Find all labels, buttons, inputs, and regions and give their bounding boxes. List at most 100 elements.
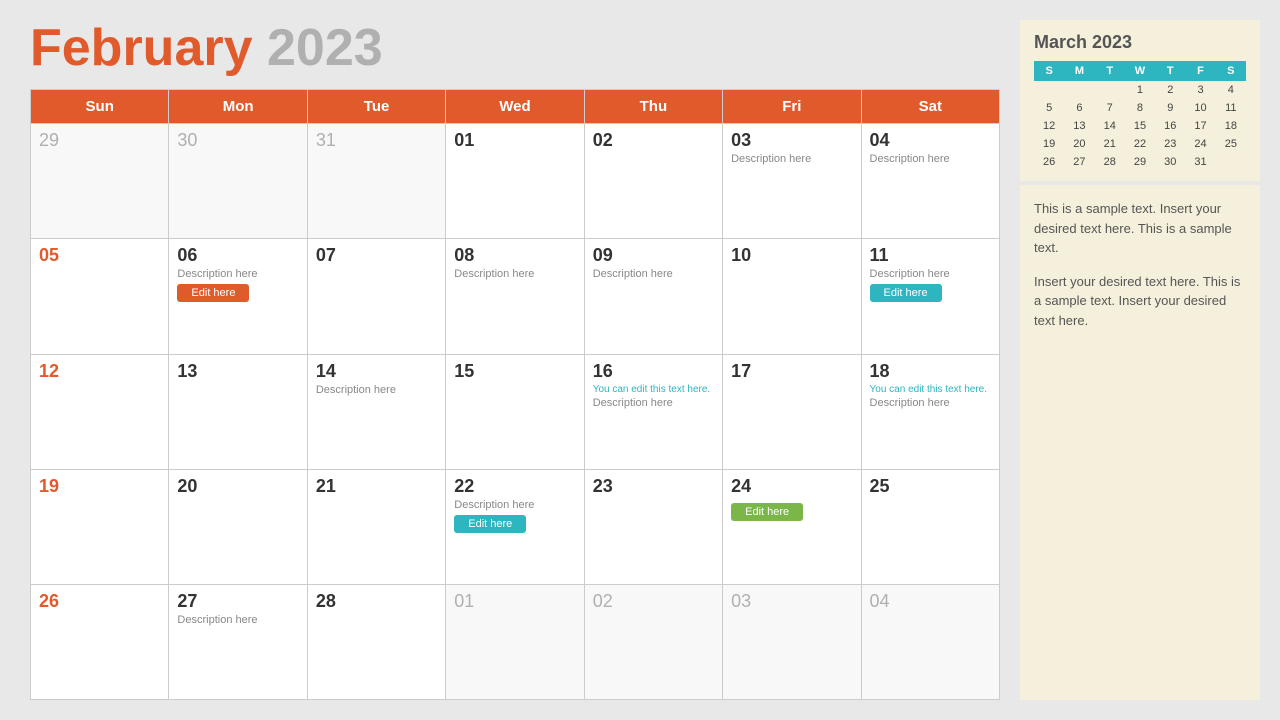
edit-button[interactable]: Edit here bbox=[177, 284, 249, 302]
description-text: Description here bbox=[316, 384, 437, 396]
sidebar-text-2: Insert your desired text here. This is a… bbox=[1034, 272, 1246, 331]
mini-calendar-title: March 2023 bbox=[1034, 32, 1246, 53]
calendar-cell-w1d4: 09Description here bbox=[584, 239, 722, 354]
calendar-cell-w0d0: 29 bbox=[31, 124, 169, 239]
mini-cell-w4d2: 28 bbox=[1095, 153, 1125, 171]
mini-cell-w1d1: 6 bbox=[1064, 99, 1094, 117]
day-number: 22 bbox=[454, 476, 575, 497]
calendar-cell-w4d0: 26 bbox=[31, 584, 169, 699]
day-number: 10 bbox=[731, 245, 852, 266]
mini-cell-w2d1: 13 bbox=[1064, 117, 1094, 135]
day-number: 08 bbox=[454, 245, 575, 266]
mini-week-1: 567891011 bbox=[1034, 99, 1246, 117]
calendar-cell-w2d2: 14Description here bbox=[307, 354, 445, 469]
mini-cell-w3d3: 22 bbox=[1125, 135, 1155, 153]
mini-cell-w2d0: 12 bbox=[1034, 117, 1064, 135]
can-edit-text: You can edit this text here. bbox=[593, 384, 714, 395]
calendar-cell-w1d3: 08 Description here bbox=[446, 239, 584, 354]
mini-cell-w2d3: 15 bbox=[1125, 117, 1155, 135]
mini-cell-w1d3: 8 bbox=[1125, 99, 1155, 117]
calendar-week-0: 293031010203Description here04Descriptio… bbox=[31, 124, 1000, 239]
mini-calendar: SMTWTFS 12345678910111213141516171819202… bbox=[1034, 61, 1246, 171]
mini-cell-w0d1 bbox=[1064, 81, 1094, 99]
day-number: 03 bbox=[731, 591, 852, 612]
day-number: 02 bbox=[593, 591, 714, 612]
can-edit-text: You can edit this text here. bbox=[870, 384, 991, 395]
day-number: 07 bbox=[316, 245, 437, 266]
day-number: 15 bbox=[454, 361, 575, 382]
day-number: 17 bbox=[731, 361, 852, 382]
mini-calendar-body: 1234567891011121314151617181920212223242… bbox=[1034, 81, 1246, 171]
mini-cell-w2d2: 14 bbox=[1095, 117, 1125, 135]
day-number: 24 bbox=[731, 476, 852, 497]
day-number: 01 bbox=[454, 591, 575, 612]
mini-cell-w2d6: 18 bbox=[1216, 117, 1246, 135]
mini-cell-w4d3: 29 bbox=[1125, 153, 1155, 171]
day-number: 01 bbox=[454, 130, 575, 151]
calendar-cell-w1d6: 11Description hereEdit here bbox=[861, 239, 999, 354]
calendar-cell-w3d2: 21 bbox=[307, 469, 445, 584]
day-number: 05 bbox=[39, 245, 160, 266]
day-number: 03 bbox=[731, 130, 852, 151]
description-text: Description here bbox=[177, 614, 298, 626]
mini-cell-w2d4: 16 bbox=[1155, 117, 1185, 135]
calendar-cell-w3d5: 24 Edit here bbox=[723, 469, 861, 584]
calendar-cell-w2d4: 16 You can edit this text here. Descriptio… bbox=[584, 354, 722, 469]
mini-header-S: S bbox=[1034, 61, 1064, 81]
day-number: 09 bbox=[593, 245, 714, 266]
mini-header-S: S bbox=[1216, 61, 1246, 81]
description-text: Description here bbox=[870, 153, 991, 165]
day-number: 04 bbox=[870, 130, 991, 151]
calendar-header-thu: Thu bbox=[584, 90, 722, 124]
calendar-cell-w4d4: 02 bbox=[584, 584, 722, 699]
day-number: 29 bbox=[39, 130, 160, 151]
day-number: 04 bbox=[870, 591, 991, 612]
calendar-cell-w1d2: 07 bbox=[307, 239, 445, 354]
description-text: Description here bbox=[731, 153, 852, 165]
calendar-week-2: 121314Description here1516You can edit t… bbox=[31, 354, 1000, 469]
day-number: 31 bbox=[316, 130, 437, 151]
calendar-header-wed: Wed bbox=[446, 90, 584, 124]
calendar-header-fri: Fri bbox=[723, 90, 861, 124]
edit-button[interactable]: Edit here bbox=[870, 284, 942, 302]
mini-calendar-header: SMTWTFS bbox=[1034, 61, 1246, 81]
mini-cell-w0d4: 2 bbox=[1155, 81, 1185, 99]
description-text: Description here bbox=[593, 397, 714, 409]
mini-cell-w4d0: 26 bbox=[1034, 153, 1064, 171]
day-number: 12 bbox=[39, 361, 160, 382]
mini-header-T: T bbox=[1155, 61, 1185, 81]
calendar-cell-w0d2: 31 bbox=[307, 124, 445, 239]
mini-cell-w0d2 bbox=[1095, 81, 1125, 99]
edit-button[interactable]: Edit here bbox=[454, 515, 526, 533]
calendar-cell-w2d6: 18You can edit this text here.Descriptio… bbox=[861, 354, 999, 469]
calendar-cell-w4d2: 28 bbox=[307, 584, 445, 699]
description-text: Description here bbox=[870, 268, 991, 280]
day-number: 26 bbox=[39, 591, 160, 612]
main-calendar: SunMonTueWedThuFriSat 293031010203Descri… bbox=[30, 89, 1000, 700]
day-number: 30 bbox=[177, 130, 298, 151]
calendar-year: 2023 bbox=[267, 19, 383, 77]
mini-cell-w0d3: 1 bbox=[1125, 81, 1155, 99]
mini-cell-w3d4: 23 bbox=[1155, 135, 1185, 153]
mini-cell-w1d0: 5 bbox=[1034, 99, 1064, 117]
edit-button[interactable]: Edit here bbox=[731, 503, 803, 521]
calendar-title: February 2023 bbox=[30, 20, 1000, 77]
day-number: 21 bbox=[316, 476, 437, 497]
calendar-cell-w0d5: 03 Description here bbox=[723, 124, 861, 239]
calendar-cell-w0d1: 30 bbox=[169, 124, 307, 239]
calendar-week-4: 26 27Description here28 01 02 03 04 bbox=[31, 584, 1000, 699]
mini-cell-w1d6: 11 bbox=[1216, 99, 1246, 117]
mini-cell-w1d5: 10 bbox=[1185, 99, 1215, 117]
calendar-cell-w0d6: 04 Description here bbox=[861, 124, 999, 239]
calendar-cell-w4d1: 27Description here bbox=[169, 584, 307, 699]
calendar-header-tue: Tue bbox=[307, 90, 445, 124]
calendar-cell-w4d5: 03 bbox=[723, 584, 861, 699]
sidebar-text-box: This is a sample text. Insert your desir… bbox=[1020, 185, 1260, 700]
description-text: Description here bbox=[454, 268, 575, 280]
calendar-header-mon: Mon bbox=[169, 90, 307, 124]
day-number: 16 bbox=[593, 361, 714, 382]
calendar-cell-w1d5: 10 bbox=[723, 239, 861, 354]
calendar-cell-w2d5: 17 bbox=[723, 354, 861, 469]
mini-cell-w3d6: 25 bbox=[1216, 135, 1246, 153]
calendar-cell-w4d6: 04 bbox=[861, 584, 999, 699]
